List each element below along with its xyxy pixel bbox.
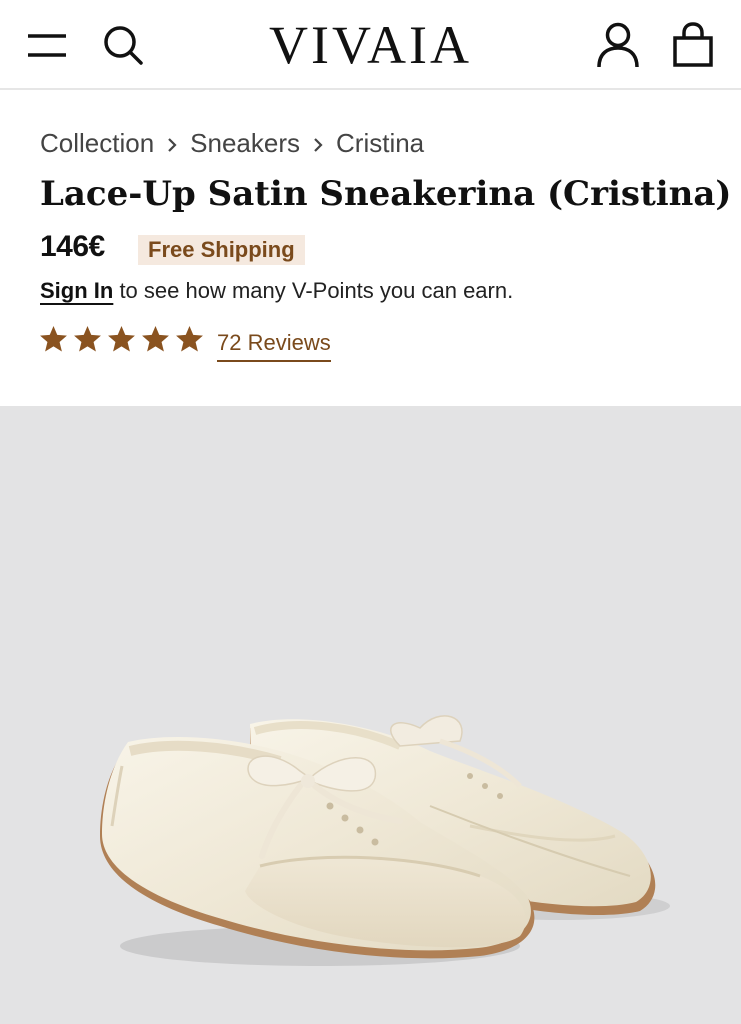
star-rating[interactable]: [38, 324, 205, 355]
star-icon: [176, 325, 203, 352]
breadcrumb: Collection Sneakers Cristina: [40, 128, 424, 159]
cart-button[interactable]: [668, 20, 718, 70]
vpoints-text: to see how many V-Points you can earn.: [113, 278, 514, 303]
product-price: 146€: [40, 230, 105, 263]
star-icon: [108, 325, 135, 352]
account-button[interactable]: [594, 20, 642, 70]
star-icon: [142, 325, 169, 352]
account-icon: [597, 22, 639, 68]
free-shipping-badge: Free Shipping: [138, 235, 305, 265]
star-icon: [74, 325, 101, 352]
star-icon: [40, 325, 67, 352]
chevron-right-icon: [300, 128, 336, 159]
shopping-bag-icon: [673, 22, 713, 67]
site-header: VIVAIA: [0, 0, 741, 90]
breadcrumb-collection[interactable]: Collection: [40, 128, 154, 159]
sign-in-link[interactable]: Sign In: [40, 278, 113, 303]
product-title: Lace-Up Satin Sneakerina (Cristina): [40, 174, 732, 214]
breadcrumb-cristina[interactable]: Cristina: [336, 128, 424, 159]
vpoints-prompt: Sign In to see how many V-Points you can…: [40, 278, 513, 304]
reviews-link[interactable]: 72 Reviews: [217, 330, 331, 362]
product-image-gallery[interactable]: [0, 406, 741, 1024]
breadcrumb-sneakers[interactable]: Sneakers: [190, 128, 300, 159]
chevron-right-icon: [154, 128, 190, 159]
product-image: [100, 715, 670, 966]
